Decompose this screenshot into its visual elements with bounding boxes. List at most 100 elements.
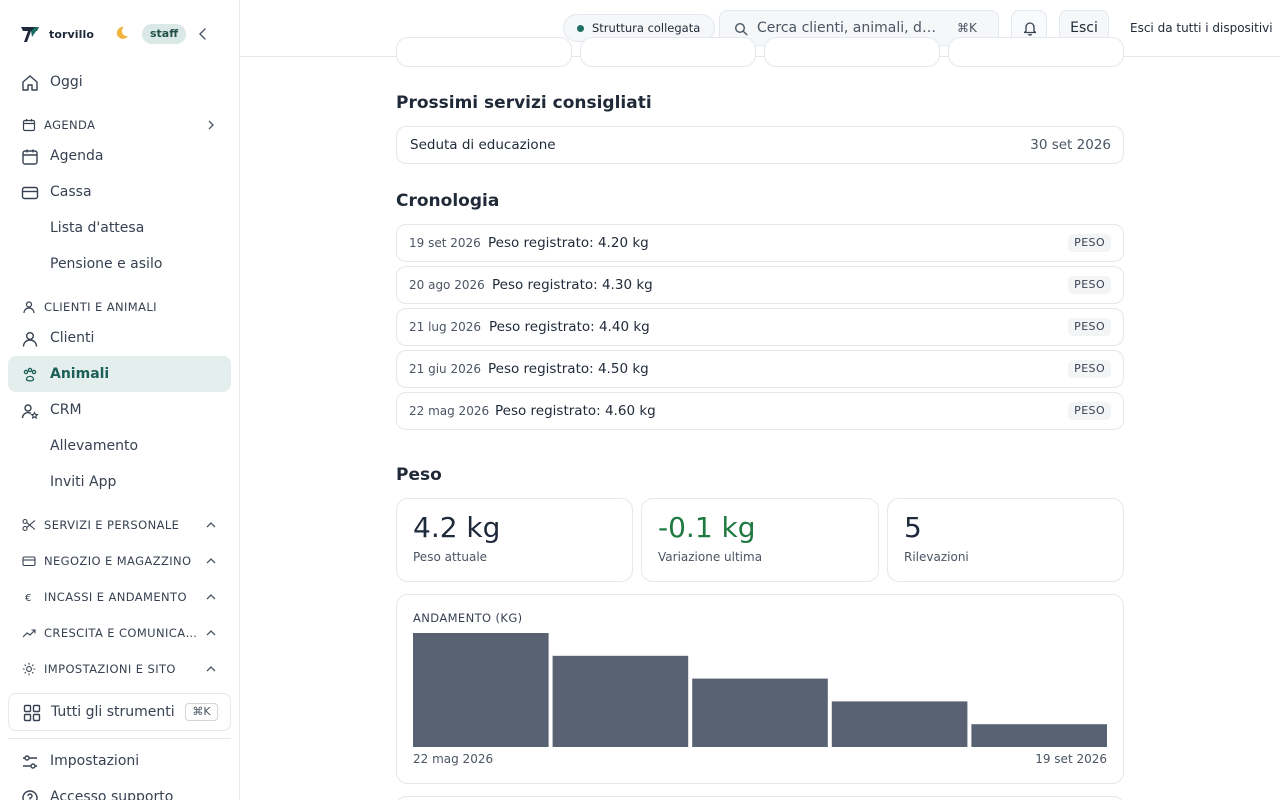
section-servizi-personale[interactable]: SERVIZI E PERSONALE bbox=[8, 511, 231, 539]
stat-card-last-change: -0.1 kg Variazione ultima bbox=[641, 498, 879, 582]
history-row[interactable]: 19 set 2026 Peso registrato: 4.20 kg PES… bbox=[396, 224, 1124, 262]
bell-icon bbox=[1023, 22, 1037, 36]
moon-icon[interactable] bbox=[114, 25, 130, 41]
sidebar-item-label: Oggi bbox=[50, 74, 83, 90]
sliders-icon bbox=[23, 755, 37, 769]
x-axis-first-label: 22 mag 2026 bbox=[413, 752, 494, 766]
chart-bar bbox=[552, 655, 689, 747]
user-icon bbox=[22, 332, 38, 347]
chevron-up-icon bbox=[206, 594, 216, 600]
stat-card-current-weight: 4.2 kg Peso attuale bbox=[396, 498, 633, 582]
sidebar-item-inviti[interactable]: Inviti App bbox=[8, 464, 231, 500]
sidebar-item-oggi[interactable]: Oggi bbox=[8, 64, 231, 100]
chevron-up-icon bbox=[206, 558, 216, 564]
stat-label: Rilevazioni bbox=[904, 550, 969, 564]
sidebar-item-cassa[interactable]: Cassa bbox=[8, 174, 231, 210]
service-date: 30 set 2026 bbox=[1030, 137, 1111, 153]
euro-icon: € bbox=[25, 593, 32, 604]
section-label: CRESCITA E COMUNICAZIONE bbox=[44, 626, 202, 640]
section-impostazioni-sito[interactable]: IMPOSTAZIONI E SITO bbox=[8, 655, 231, 683]
history-text: Peso registrato: 4.30 kg bbox=[492, 277, 653, 293]
trending-up-icon bbox=[22, 629, 36, 638]
credit-card-icon bbox=[21, 186, 39, 200]
history-row[interactable]: 21 lug 2026 Peso registrato: 4.40 kg PES… bbox=[396, 308, 1124, 346]
sidebar-item-lista-attesa[interactable]: Lista d'attesa bbox=[8, 210, 231, 246]
section-clienti-animali[interactable]: CLIENTI E ANIMALI bbox=[8, 293, 231, 321]
sidebar-item-label: CRM bbox=[50, 402, 82, 418]
history-row[interactable]: 20 ago 2026 Peso registrato: 4.30 kg PES… bbox=[396, 266, 1124, 304]
user-icon bbox=[23, 301, 35, 314]
sidebar-item-allevamento[interactable]: Allevamento bbox=[8, 428, 231, 464]
chart-bar bbox=[831, 701, 968, 747]
section-label: INCASSI E ANDAMENTO bbox=[44, 590, 187, 604]
sidebar-item-agenda[interactable]: Agenda bbox=[8, 138, 231, 174]
summary-card bbox=[948, 37, 1124, 67]
sidebar-item-label: Clienti bbox=[50, 330, 95, 346]
user-star-icon bbox=[21, 404, 39, 419]
sidebar-item-pensione[interactable]: Pensione e asilo bbox=[8, 246, 231, 282]
section-agenda[interactable]: AGENDA bbox=[8, 111, 231, 139]
sidebar-item-label: Cassa bbox=[50, 184, 92, 200]
sidebar-item-crm[interactable]: CRM bbox=[8, 392, 231, 428]
next-section-card bbox=[396, 796, 1124, 800]
section-incassi-andamento[interactable]: € INCASSI E ANDAMENTO bbox=[8, 583, 231, 611]
scissors-icon bbox=[22, 518, 36, 532]
summary-card bbox=[396, 37, 572, 67]
stat-value: 5 bbox=[904, 511, 922, 544]
brand-name: torvillo bbox=[49, 27, 95, 41]
sidebar-item-label: Accesso supporto bbox=[50, 789, 174, 800]
sidebar-item-label: Lista d'attesa bbox=[50, 220, 145, 236]
sidebar-item-label: Allevamento bbox=[50, 438, 139, 454]
history-row[interactable]: 21 giu 2026 Peso registrato: 4.50 kg PES… bbox=[396, 350, 1124, 388]
brand[interactable]: torvillo bbox=[20, 22, 94, 46]
history-tag: PESO bbox=[1068, 276, 1111, 294]
search-shortcut: ⌘K bbox=[957, 21, 977, 35]
section-negozio-magazzino[interactable]: NEGOZIO E MAGAZZINO bbox=[8, 547, 231, 575]
history-date: 21 lug 2026 bbox=[409, 320, 481, 334]
service-name: Seduta di educazione bbox=[410, 137, 556, 153]
history-row[interactable]: 22 mag 2026 Peso registrato: 4.60 kg PES… bbox=[396, 392, 1124, 430]
section-crescita-comunicazione[interactable]: CRESCITA E COMUNICAZIONE bbox=[8, 619, 231, 647]
shortcut-badge: ⌘K bbox=[185, 703, 218, 721]
history-title: Cronologia bbox=[396, 191, 500, 211]
sidebar-item-animali[interactable]: Animali bbox=[8, 356, 231, 392]
all-tools-button[interactable]: Tutti gli strumenti ⌘K bbox=[8, 693, 231, 731]
grid-icon bbox=[23, 704, 41, 722]
connection-status-label: Struttura collegata bbox=[592, 21, 701, 35]
sidebar-item-impostazioni[interactable]: Impostazioni bbox=[8, 743, 231, 779]
collapse-sidebar-icon[interactable] bbox=[196, 26, 210, 42]
services-title: Prossimi servizi consigliati bbox=[396, 93, 652, 113]
weight-title: Peso bbox=[396, 465, 442, 485]
summary-card bbox=[580, 37, 756, 67]
section-label: AGENDA bbox=[44, 118, 96, 132]
logout-all-devices-link[interactable]: Esci da tutti i dispositivi bbox=[1130, 0, 1273, 56]
sidebar-item-clienti[interactable]: Clienti bbox=[8, 320, 231, 356]
service-row[interactable]: Seduta di educazione 30 set 2026 bbox=[396, 126, 1124, 164]
section-label: CLIENTI E ANIMALI bbox=[44, 300, 157, 314]
paw-icon bbox=[23, 367, 37, 382]
divider bbox=[8, 738, 231, 739]
sidebar-item-label: Pensione e asilo bbox=[50, 256, 163, 272]
calendar-icon bbox=[22, 119, 36, 132]
sun-icon bbox=[22, 662, 36, 676]
stat-value: -0.1 kg bbox=[658, 511, 756, 544]
home-icon bbox=[22, 75, 38, 91]
chevron-up-icon bbox=[206, 630, 216, 636]
chart-plot-area bbox=[413, 633, 1107, 747]
stat-card-measurements: 5 Rilevazioni bbox=[887, 498, 1124, 582]
help-circle-icon bbox=[22, 790, 38, 800]
stat-label: Peso attuale bbox=[413, 550, 488, 564]
svg-text:€: € bbox=[25, 593, 32, 604]
status-dot-icon bbox=[577, 25, 584, 32]
calendar-icon bbox=[22, 149, 38, 165]
weight-chart: ANDAMENTO (KG) 22 mag 2026 19 set 2026 bbox=[396, 594, 1124, 784]
history-tag: PESO bbox=[1068, 360, 1111, 378]
history-tag: PESO bbox=[1068, 318, 1111, 336]
sidebar-item-supporto[interactable]: Accesso supporto bbox=[8, 779, 231, 800]
sidebar: torvillo staff Oggi AGENDA Agenda Cassa … bbox=[0, 0, 240, 800]
history-date: 21 giu 2026 bbox=[409, 362, 481, 376]
chevron-right-icon bbox=[208, 120, 214, 130]
chart-bar bbox=[413, 633, 549, 747]
history-text: Peso registrato: 4.20 kg bbox=[488, 235, 649, 251]
history-date: 19 set 2026 bbox=[409, 236, 481, 250]
